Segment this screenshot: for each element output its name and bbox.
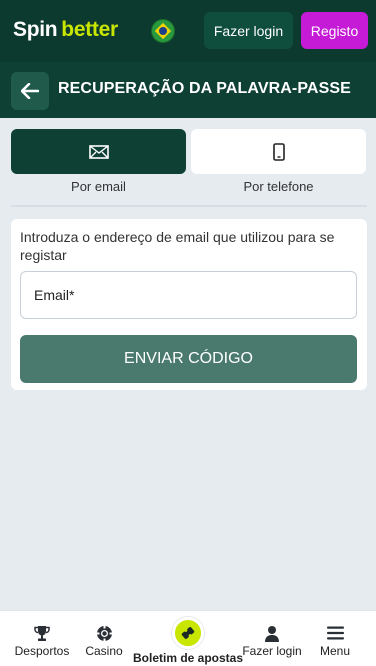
envelope-icon	[88, 144, 109, 159]
user-icon	[265, 625, 279, 642]
ticket-icon	[181, 627, 195, 639]
bottom-navigation: Desportos Casino Boletim de apostas Faze…	[0, 610, 376, 666]
nav-betslip[interactable]: Boletim de apostas	[133, 617, 243, 665]
page-title: RECUPERAÇÃO DA PALAVRA-PASSE	[58, 80, 351, 97]
nav-casino[interactable]: Casino	[69, 623, 139, 658]
tab-by-email[interactable]	[11, 129, 186, 174]
register-button[interactable]: Registo	[301, 12, 368, 49]
top-header: Spin better Fazer login Registo	[0, 0, 376, 62]
nav-betslip-label: Boletim de apostas	[132, 651, 244, 665]
nav-sports-label: Desportos	[14, 644, 70, 658]
tab-phone-label[interactable]: Por telefone	[191, 179, 366, 194]
email-input[interactable]: Email*	[20, 271, 357, 319]
trophy-icon	[34, 625, 50, 641]
send-code-button[interactable]: ENVIAR CÓDIGO	[20, 335, 357, 383]
form-instructions: Introduza o endereço de email que utiliz…	[20, 229, 335, 263]
nav-menu[interactable]: Menu	[300, 623, 370, 658]
betslip-badge	[172, 617, 204, 649]
casino-chip-icon	[96, 625, 112, 641]
menu-icon	[326, 626, 344, 640]
spinbetter-logo[interactable]: Spin better	[13, 18, 118, 42]
section-divider	[11, 205, 367, 207]
tab-by-phone[interactable]	[191, 129, 366, 174]
nav-login-label: Fazer login	[242, 644, 302, 658]
logo-better-text: better	[61, 18, 118, 41]
nav-menu-label: Menu	[319, 644, 351, 658]
logo-spin-text: Spin	[13, 18, 58, 41]
login-button[interactable]: Fazer login	[204, 12, 293, 49]
nav-login[interactable]: Fazer login	[237, 623, 307, 658]
phone-icon	[272, 142, 285, 161]
brazil-flag-icon[interactable]	[151, 19, 175, 43]
arrow-left-icon	[21, 83, 39, 99]
nav-casino-label: Casino	[85, 644, 123, 658]
tab-email-label[interactable]: Por email	[11, 179, 186, 194]
nav-sports[interactable]: Desportos	[7, 623, 77, 658]
email-placeholder: Email*	[34, 287, 75, 303]
back-button[interactable]	[11, 72, 49, 110]
